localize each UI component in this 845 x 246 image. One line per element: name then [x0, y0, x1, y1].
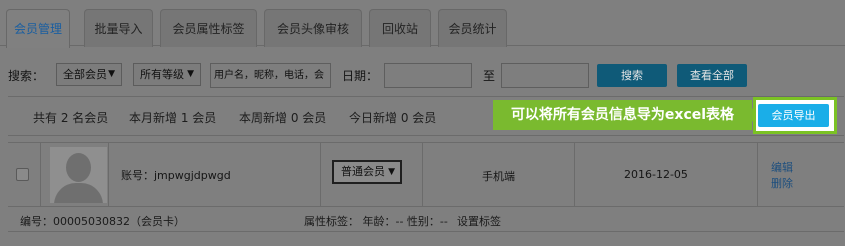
member-source: 手机端 [482, 170, 515, 183]
row-checkbox[interactable] [16, 168, 29, 181]
level-select[interactable]: 所有等级 ▼ [133, 63, 201, 86]
export-tooltip: 可以将所有会员信息导为excel表格 [493, 100, 752, 130]
chevron-down-icon: ▼ [388, 167, 395, 177]
view-all-button[interactable]: 查看全部 [677, 64, 747, 87]
date-to-label: 至 [483, 69, 496, 83]
level-value: 所有等级 [140, 68, 184, 81]
export-members-button[interactable]: 会员导出 [758, 104, 829, 127]
member-type-select[interactable]: 全部会员 ▼ [56, 63, 122, 86]
date-start-input[interactable] [384, 63, 472, 88]
member-attributes: 属性标签： 年龄：-- 性别：-- [304, 215, 448, 228]
tab-recycle-bin[interactable]: 回收站 [369, 9, 431, 47]
tab-member-statistics[interactable]: 会员统计 [438, 9, 507, 47]
edit-link[interactable]: 编辑 [771, 159, 793, 175]
avatar-head-shape [66, 153, 91, 182]
avatar [50, 147, 107, 203]
stat-week: 本周新增 0 会员 [239, 111, 327, 125]
delete-link[interactable]: 删除 [771, 175, 793, 191]
avatar-body-shape [54, 183, 103, 203]
chevron-down-icon: ▼ [108, 69, 115, 79]
search-button[interactable]: 搜索 [597, 64, 667, 87]
set-tag-link[interactable]: 设置标签 [457, 213, 501, 229]
member-row: 账号：jmpwgjdpwgd 普通会员 ▼ 手机端 2016-12-05 编辑 删… [8, 142, 844, 232]
tab-avatar-review[interactable]: 会员头像审核 [264, 9, 362, 47]
search-label: 搜索： [8, 69, 45, 83]
tab-batch-import[interactable]: 批量导入 [84, 9, 153, 47]
chevron-down-icon: ▼ [187, 69, 194, 79]
stat-total: 共有 2 名会员 [33, 111, 109, 125]
search-bar: 搜索： 全部会员 ▼ 所有等级 ▼ 用户名，昵称，电话，会 日期： 至 搜索 查看全… [0, 60, 845, 90]
tab-member-management[interactable]: 会员管理 [6, 9, 70, 48]
tab-bar: 会员管理 批量导入 会员属性标签 会员头像审核 回收站 会员统计 [0, 0, 845, 48]
stat-month: 本月新增 1 会员 [129, 111, 217, 125]
member-type-value: 全部会员 [63, 68, 107, 81]
member-join-date: 2016-12-05 [624, 168, 688, 181]
keyword-input[interactable]: 用户名，昵称，电话，会 [210, 63, 331, 88]
member-level-select[interactable]: 普通会员 ▼ [332, 160, 402, 184]
member-account: 账号：jmpwgjdpwgd [121, 169, 231, 182]
date-label: 日期： [342, 69, 379, 83]
tab-member-attribute-tags[interactable]: 会员属性标签 [160, 9, 257, 47]
stat-today: 今日新增 0 会员 [349, 111, 437, 125]
member-number: 编号：00005030832（会员卡） [20, 215, 185, 228]
member-level-value: 普通会员 [341, 165, 385, 178]
date-end-input[interactable] [501, 63, 589, 88]
